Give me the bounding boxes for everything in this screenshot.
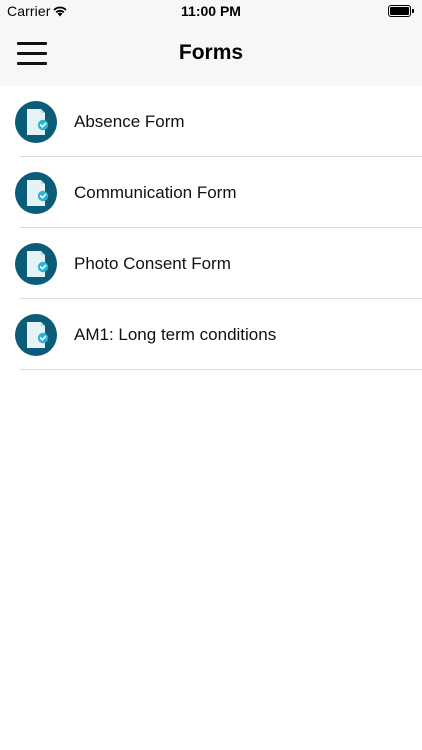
status-bar: Carrier 11:00 PM [0, 0, 422, 22]
forms-screen: Carrier 11:00 PM Forms Absence Form Comm… [0, 0, 422, 750]
forms-list: Absence Form Communication Form Photo Co… [0, 86, 422, 370]
battery-icon [388, 5, 414, 17]
form-item-label: Communication Form [74, 183, 237, 202]
form-list-item[interactable]: Absence Form [0, 86, 422, 157]
form-list-item[interactable]: AM1: Long term conditions [0, 299, 422, 370]
form-item-label: AM1: Long term conditions [74, 325, 277, 344]
form-document-icon [15, 243, 57, 285]
form-item-label: Absence Form [74, 112, 185, 131]
form-list-item[interactable]: Photo Consent Form [0, 228, 422, 299]
navigation-bar: Forms [0, 22, 422, 86]
page-title: Forms [178, 41, 244, 64]
row-divider [20, 369, 422, 370]
form-document-icon [15, 172, 57, 214]
form-item-label: Photo Consent Form [74, 254, 231, 273]
form-document-icon [15, 314, 57, 356]
form-list-item[interactable]: Communication Form [0, 157, 422, 228]
clock-time: 11:00 PM [181, 3, 241, 19]
form-document-icon [15, 101, 57, 143]
